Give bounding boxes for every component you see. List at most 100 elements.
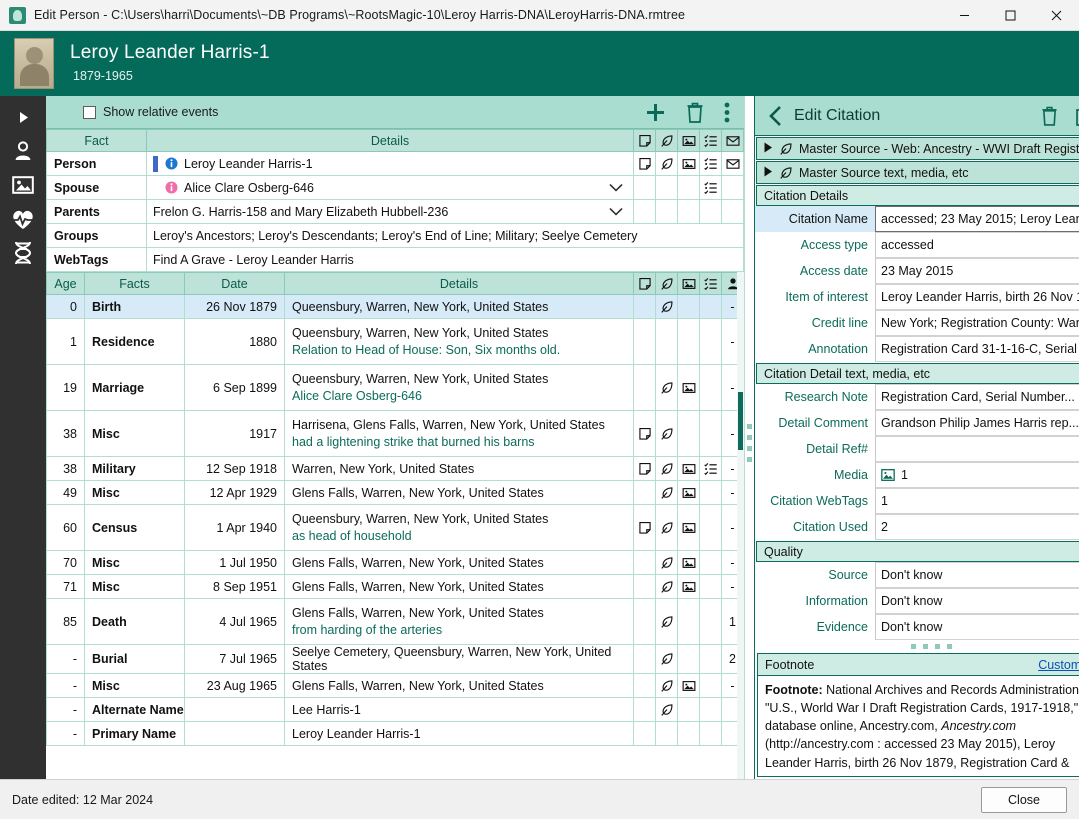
field-value[interactable]: Don't know [875, 588, 1079, 614]
fact-note-cell[interactable] [633, 504, 656, 551]
citation-quality-field[interactable]: Evidence Don't know [755, 614, 1079, 640]
table-row[interactable]: - Misc 23 Aug 1965 Glens Falls, Warren, New… [46, 673, 744, 698]
citation-detail-text-field[interactable]: Detail Comment Grandson Philip James Harr… [755, 410, 1079, 436]
citation-detail-field[interactable]: Item of interest Leroy Leander Harris, bi… [755, 284, 1079, 310]
fact-citation-cell[interactable] [655, 456, 678, 481]
summary-row[interactable]: Person Leroy Leander Harris-1 [46, 151, 744, 176]
field-value[interactable]: Don't know [875, 562, 1079, 588]
dna-icon[interactable] [0, 236, 46, 270]
table-row[interactable]: 49 Misc 12 Apr 1929 Glens Falls, Warren, Ne… [46, 480, 744, 505]
chevron-down-icon[interactable] [609, 207, 627, 216]
more-options-icon[interactable] [724, 102, 730, 123]
summary-cell-icon[interactable] [655, 151, 678, 176]
field-value[interactable]: 1› [875, 462, 1079, 488]
field-value[interactable]: New York; Registration County: Warren [875, 310, 1079, 336]
facts-col-facts[interactable]: Facts [84, 272, 185, 295]
field-value[interactable]: Don't know [875, 614, 1079, 640]
table-row[interactable]: 71 Misc 8 Sep 1951 Glens Falls, Warren, New… [46, 574, 744, 599]
facts-col-date[interactable]: Date [184, 272, 285, 295]
customize-link[interactable]: Customize [1038, 658, 1079, 672]
table-row[interactable]: 60 Census 1 Apr 1940 Queensbury, Warren, Ne… [46, 504, 744, 551]
close-window-button[interactable] [1033, 0, 1079, 31]
master-source-collapsible[interactable]: Master Source - Web: Ancestry - WWI Draf… [756, 137, 1079, 160]
fact-note-cell[interactable] [633, 456, 656, 481]
minimize-button[interactable] [941, 0, 987, 31]
summary-row[interactable]: Parents Frelon G. Harris-158 and Mary Eli… [46, 199, 744, 224]
facts-table-scroll[interactable]: Age Facts Date Details 0 Birth 26 Nov 1879 Que… [46, 272, 744, 779]
fact-citation-cell[interactable] [655, 410, 678, 457]
summary-row[interactable]: Spouse Alice Clare Osberg-646 [46, 175, 744, 200]
field-value[interactable] [875, 436, 1079, 462]
summary-cell-icon[interactable] [633, 151, 656, 176]
fact-citation-cell[interactable] [655, 504, 678, 551]
citation-detail-text-field[interactable]: Media1› [755, 462, 1079, 488]
chevron-down-icon[interactable] [609, 183, 627, 192]
field-value[interactable]: accessed; 23 May 2015; Leroy Leander [875, 206, 1079, 232]
panel-splitter[interactable] [745, 96, 754, 779]
fact-citation-cell[interactable] [655, 673, 678, 698]
citation-detail-text-field[interactable]: Citation WebTags1› [755, 488, 1079, 514]
citation-quality-field[interactable]: Information Don't know [755, 588, 1079, 614]
fact-media-cell[interactable] [677, 673, 700, 698]
fact-citation-cell[interactable] [655, 574, 678, 599]
facts-col-age[interactable]: Age [46, 272, 85, 295]
citation-detail-text-field[interactable]: Research Note Registration Card, Serial N… [755, 384, 1079, 410]
field-value[interactable]: Grandson Philip James Harris rep...› [875, 410, 1079, 436]
field-value[interactable]: Leroy Leander Harris, birth 26 Nov 187 [875, 284, 1079, 310]
table-row[interactable]: 38 Military 12 Sep 1918 Warren, New York, U… [46, 456, 744, 481]
fact-media-cell[interactable] [677, 504, 700, 551]
fact-media-cell[interactable] [677, 480, 700, 505]
trash-icon[interactable] [1041, 106, 1058, 126]
facts-col-details[interactable]: Details [284, 272, 634, 295]
table-row[interactable]: - Primary Name Leroy Leander Harris-1 [46, 721, 744, 746]
facts-scrollbar[interactable] [737, 272, 744, 779]
fact-task-cell[interactable] [699, 456, 722, 481]
trash-icon[interactable] [686, 102, 704, 123]
add-icon[interactable] [645, 102, 666, 123]
back-icon[interactable] [767, 105, 784, 127]
citation-detail-text-field[interactable]: Detail Ref# [755, 436, 1079, 462]
fact-citation-cell[interactable] [655, 550, 678, 575]
citation-detail-text-field[interactable]: Citation Used2› [755, 514, 1079, 540]
show-relative-events-checkbox[interactable] [83, 105, 96, 119]
summary-cell-icon[interactable] [721, 151, 744, 176]
table-row[interactable]: - Alternate Name Lee Harris-1 [46, 697, 744, 722]
citation-detail-field[interactable]: Access date 23 May 2015 [755, 258, 1079, 284]
fact-citation-cell[interactable] [655, 644, 678, 674]
summary-row[interactable]: WebTags Find A Grave - Leroy Leander Harr… [46, 247, 744, 272]
expand-arrow-icon[interactable] [764, 142, 773, 156]
summary-cell-icon[interactable] [699, 151, 722, 176]
fact-citation-cell[interactable] [655, 480, 678, 505]
citation-splitter[interactable] [755, 640, 1079, 653]
field-value[interactable]: Registration Card, Serial Number...› [875, 384, 1079, 410]
close-button[interactable]: Close [981, 786, 1067, 813]
health-icon[interactable] [0, 202, 46, 236]
footnote-text[interactable]: Footnote: National Archives and Records … [758, 676, 1079, 776]
expand-arrow-icon[interactable] [764, 166, 773, 180]
summary-cell-icon[interactable] [699, 175, 722, 200]
citation-detail-field[interactable]: Annotation Registration Card 31-1-16-C, S… [755, 336, 1079, 362]
citation-detail-field[interactable]: Access type accessed [755, 232, 1079, 258]
table-row[interactable]: 0 Birth 26 Nov 1879 Queensbury, Warren, New… [46, 294, 744, 319]
field-value[interactable]: 1› [875, 488, 1079, 514]
fact-citation-cell[interactable] [655, 294, 678, 319]
media-icon[interactable] [0, 168, 46, 202]
person-portrait[interactable] [14, 38, 54, 89]
citation-detail-field[interactable]: Citation Name accessed; 23 May 2015; Lero… [755, 206, 1079, 232]
fact-citation-cell[interactable] [655, 697, 678, 722]
maximize-button[interactable] [987, 0, 1033, 31]
fact-media-cell[interactable] [677, 456, 700, 481]
field-value[interactable]: 23 May 2015 [875, 258, 1079, 284]
person-icon[interactable] [0, 134, 46, 168]
field-value[interactable]: Registration Card 31-1-16-C, Serial #19 [875, 336, 1079, 362]
fact-media-cell[interactable] [677, 550, 700, 575]
table-row[interactable]: 85 Death 4 Jul 1965 Glens Falls, Warren, Ne… [46, 598, 744, 645]
citation-quality-field[interactable]: Source Don't know [755, 562, 1079, 588]
table-row[interactable]: - Burial 7 Jul 1965 Seelye Cemetery, Queens… [46, 644, 744, 674]
fact-media-cell[interactable] [677, 574, 700, 599]
fact-media-cell[interactable] [677, 364, 700, 411]
field-value[interactable]: accessed [875, 232, 1079, 258]
citation-detail-field[interactable]: Credit line New York; Registration County… [755, 310, 1079, 336]
summary-row[interactable]: Groups Leroy's Ancestors; Leroy's Descend… [46, 223, 744, 248]
master-source-collapsible[interactable]: Master Source text, media, etc [756, 161, 1079, 184]
